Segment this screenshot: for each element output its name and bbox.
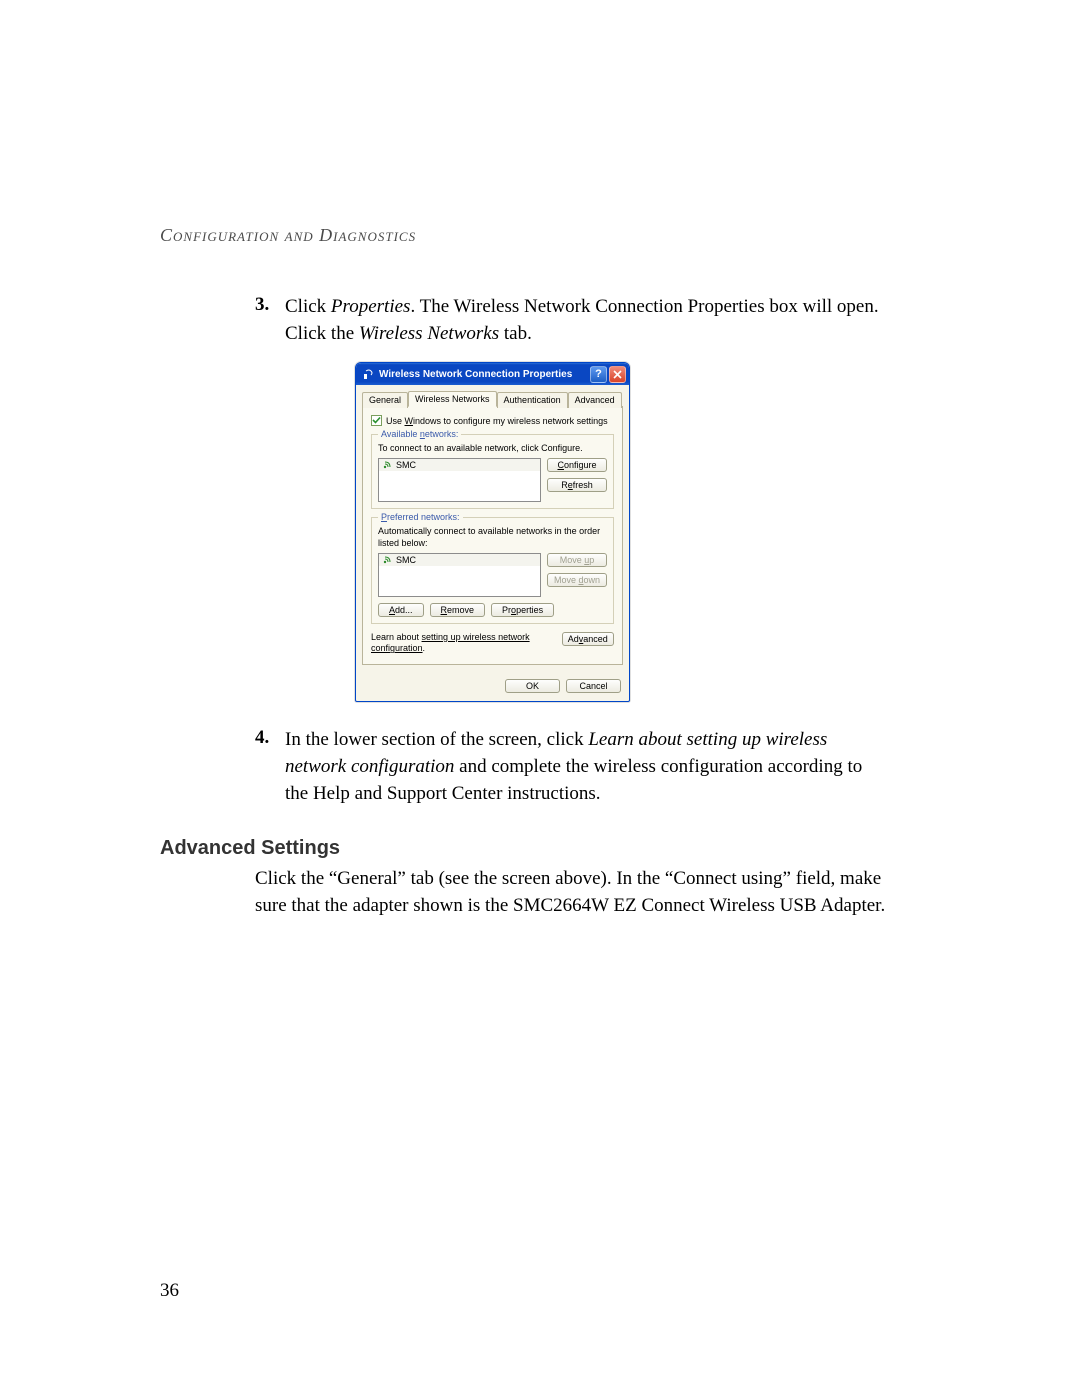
- text: etworks:: [425, 429, 459, 439]
- page-number: 36: [160, 1280, 179, 1302]
- text: fresh: [573, 480, 593, 490]
- dialog-screenshot: Wireless Network Connection Properties ?…: [355, 362, 890, 702]
- preferred-networks-list[interactable]: SMC: [378, 553, 541, 597]
- text: Ad: [568, 634, 579, 644]
- wireless-network-icon: [382, 460, 392, 470]
- advanced-button[interactable]: Advanced: [562, 632, 614, 646]
- use-windows-checkbox[interactable]: [371, 415, 382, 426]
- use-windows-checkbox-row: Use Windows to configure my wireless net…: [371, 415, 614, 426]
- advanced-settings-paragraph: Click the “General” tab (see the screen …: [255, 866, 890, 919]
- preferred-list-pane: SMC Move up Move down: [378, 553, 607, 597]
- available-networks-list[interactable]: SMC: [378, 458, 541, 502]
- learn-text: Learn about setting up wireless network …: [371, 632, 554, 655]
- section-header: Configuration and Diagnostics: [160, 225, 890, 246]
- accel: W: [405, 416, 414, 426]
- list-item[interactable]: SMC: [379, 459, 540, 471]
- list-item[interactable]: SMC: [379, 554, 540, 566]
- network-name: SMC: [396, 555, 416, 565]
- configure-button[interactable]: Configure: [547, 458, 607, 472]
- close-button[interactable]: [609, 366, 626, 383]
- document-page: Configuration and Diagnostics 3. Click P…: [0, 0, 1080, 1397]
- preferred-move-buttons: Move up Move down: [547, 553, 607, 597]
- text: Available: [381, 429, 420, 439]
- emphasis: Wireless Networks: [359, 323, 499, 344]
- text: onfigure: [564, 460, 597, 470]
- tab-panel: Use Windows to configure my wireless net…: [362, 407, 623, 665]
- step-number: 4.: [255, 727, 285, 807]
- learn-row: Learn about setting up wireless network …: [371, 632, 614, 655]
- preferred-action-buttons: Add... Remove Properties: [378, 603, 607, 617]
- tab-authentication[interactable]: Authentication: [497, 392, 568, 408]
- preferred-instruction: Automatically connect to available netwo…: [378, 526, 607, 549]
- dialog-footer: OK Cancel: [356, 673, 629, 701]
- available-list-pane: SMC Configure Refresh: [378, 458, 607, 502]
- preferred-legend: Preferred networks:: [378, 512, 463, 522]
- move-up-button[interactable]: Move up: [547, 553, 607, 567]
- tab-strip: General Wireless Networks Authentication…: [362, 391, 623, 407]
- text: dd...: [395, 605, 413, 615]
- tab-advanced[interactable]: Advanced: [568, 392, 622, 408]
- cancel-button[interactable]: Cancel: [566, 679, 621, 693]
- refresh-button[interactable]: Refresh: [547, 478, 607, 492]
- text: indows to configure my wireless network …: [413, 416, 608, 426]
- dialog-body: General Wireless Networks Authentication…: [356, 385, 629, 673]
- available-buttons: Configure Refresh: [547, 458, 607, 502]
- step-text: In the lower section of the screen, clic…: [285, 727, 890, 807]
- text: Move: [560, 555, 585, 565]
- text: Learn about: [371, 632, 422, 642]
- available-instruction: To connect to an available network, clic…: [378, 443, 607, 454]
- remove-button[interactable]: Remove: [430, 603, 486, 617]
- available-legend: Available networks:: [378, 429, 461, 439]
- text: referred networks:: [387, 512, 460, 522]
- step-number: 3.: [255, 294, 285, 347]
- checkbox-label: Use Windows to configure my wireless net…: [386, 416, 608, 426]
- titlebar-buttons: ?: [590, 366, 626, 383]
- text: emove: [447, 605, 474, 615]
- tab-general[interactable]: General: [362, 392, 408, 408]
- preferred-networks-group: Preferred networks: Automatically connec…: [371, 517, 614, 624]
- wireless-properties-dialog: Wireless Network Connection Properties ?…: [355, 362, 630, 702]
- emphasis: Properties: [331, 296, 411, 317]
- text: perties: [516, 605, 543, 615]
- tab-wireless-networks[interactable]: Wireless Networks: [408, 391, 497, 407]
- ok-button[interactable]: OK: [505, 679, 560, 693]
- text: Pr: [502, 605, 511, 615]
- text: own: [584, 575, 601, 585]
- step-4: 4. In the lower section of the screen, c…: [255, 727, 890, 807]
- move-down-button[interactable]: Move down: [547, 573, 607, 587]
- titlebar: Wireless Network Connection Properties ?: [356, 363, 629, 385]
- network-name: SMC: [396, 460, 416, 470]
- text: p: [589, 555, 594, 565]
- text: Use: [386, 416, 405, 426]
- window-title: Wireless Network Connection Properties: [379, 369, 590, 380]
- step-text: Click Properties. The Wireless Network C…: [285, 294, 890, 347]
- properties-button[interactable]: Properties: [491, 603, 554, 617]
- text: anced: [583, 634, 608, 644]
- wireless-network-icon: [382, 555, 392, 565]
- window-icon: [362, 368, 375, 381]
- available-networks-group: Available networks: To connect to an ava…: [371, 434, 614, 509]
- text: Click: [285, 296, 331, 317]
- advanced-settings-heading: Advanced Settings: [160, 837, 890, 860]
- help-button[interactable]: ?: [590, 366, 607, 383]
- step-3: 3. Click Properties. The Wireless Networ…: [255, 294, 890, 347]
- text: tab.: [499, 323, 532, 344]
- text: Move: [554, 575, 579, 585]
- text: In the lower section of the screen, clic…: [285, 729, 588, 750]
- text: .: [423, 643, 426, 653]
- add-button[interactable]: Add...: [378, 603, 424, 617]
